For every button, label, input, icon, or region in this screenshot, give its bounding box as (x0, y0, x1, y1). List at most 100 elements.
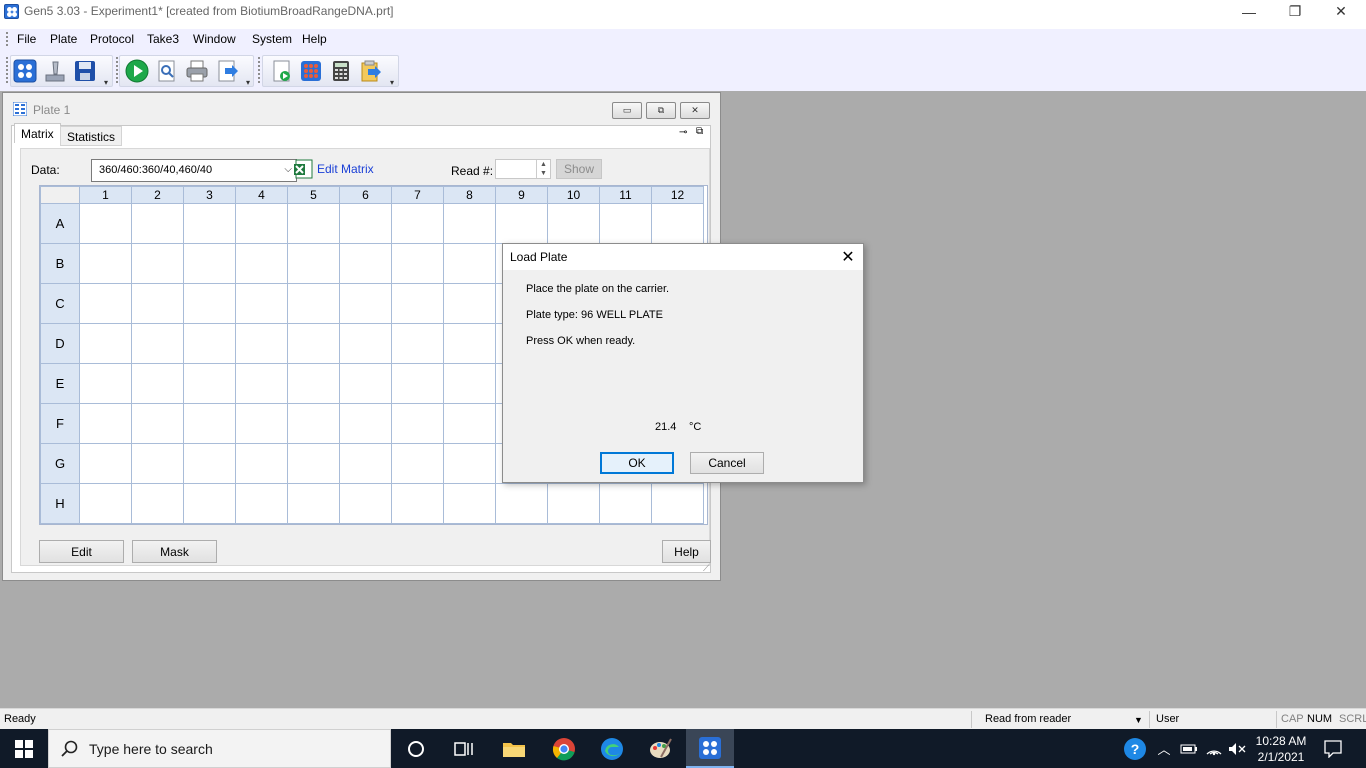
column-header[interactable]: 2 (131, 186, 184, 204)
paint-icon[interactable] (637, 729, 685, 768)
well[interactable] (443, 443, 496, 484)
well[interactable] (391, 403, 444, 444)
excel-icon[interactable] (293, 159, 313, 179)
well[interactable] (131, 283, 184, 324)
well[interactable] (235, 203, 288, 244)
well[interactable] (547, 483, 600, 524)
well[interactable] (183, 243, 236, 284)
chevron-down-icon[interactable]: ▼ (1134, 715, 1143, 725)
column-header[interactable]: 8 (443, 186, 496, 204)
read-number-spinner[interactable]: ▲ ▼ (495, 159, 551, 179)
well[interactable] (79, 363, 132, 404)
tab-matrix[interactable]: Matrix (14, 123, 61, 143)
pin-icon[interactable]: ⊸ (679, 127, 687, 138)
well[interactable] (287, 483, 340, 524)
save-icon[interactable] (73, 59, 97, 83)
well[interactable] (443, 203, 496, 244)
well[interactable] (651, 203, 704, 244)
plate-layout-icon[interactable] (299, 59, 323, 83)
column-header[interactable]: 12 (651, 186, 704, 204)
resize-grip-icon[interactable]: ⟋ (703, 563, 709, 574)
well[interactable] (339, 243, 392, 284)
column-header[interactable]: 9 (495, 186, 548, 204)
edge-icon[interactable] (588, 729, 636, 768)
well[interactable] (235, 363, 288, 404)
menu-file[interactable]: File (17, 32, 36, 46)
close-button[interactable]: ✕ (1318, 0, 1364, 23)
restore-button[interactable]: ❐ (1272, 0, 1318, 23)
run-icon[interactable] (125, 59, 149, 83)
notification-icon[interactable] (1318, 729, 1348, 768)
column-header[interactable]: 6 (339, 186, 392, 204)
read-plate-icon[interactable] (43, 59, 67, 83)
column-header[interactable]: 3 (183, 186, 236, 204)
well[interactable] (391, 283, 444, 324)
help-circle-icon[interactable]: ? (1122, 729, 1148, 768)
well[interactable] (443, 403, 496, 444)
well[interactable] (547, 203, 600, 244)
toolbar-dropdown-icon[interactable]: ▾ (104, 78, 108, 87)
cancel-button[interactable]: Cancel (690, 452, 764, 474)
well[interactable] (235, 283, 288, 324)
plate-maximize-button[interactable]: ⧉ (646, 102, 676, 119)
well[interactable] (79, 283, 132, 324)
column-header[interactable]: 7 (391, 186, 444, 204)
well[interactable] (79, 203, 132, 244)
well[interactable] (495, 483, 548, 524)
row-header[interactable]: E (40, 363, 80, 404)
chevron-up-icon[interactable]: ︿ (1154, 729, 1174, 768)
well[interactable] (235, 243, 288, 284)
well[interactable] (443, 243, 496, 284)
column-header[interactable]: 10 (547, 186, 600, 204)
minimize-button[interactable]: — (1226, 0, 1272, 23)
well[interactable] (287, 443, 340, 484)
menu-plate[interactable]: Plate (50, 32, 77, 46)
cortana-icon[interactable] (392, 729, 440, 768)
well[interactable] (287, 403, 340, 444)
well[interactable] (599, 203, 652, 244)
spinner-arrows-icon[interactable]: ▲ ▼ (536, 160, 550, 178)
well[interactable] (79, 243, 132, 284)
row-header[interactable]: A (40, 203, 80, 244)
dialog-close-icon[interactable]: ✕ (833, 244, 863, 270)
well[interactable] (183, 363, 236, 404)
chrome-icon[interactable] (540, 729, 588, 768)
well[interactable] (443, 483, 496, 524)
well[interactable] (287, 363, 340, 404)
new-protocol-icon[interactable] (270, 59, 294, 83)
help-button[interactable]: Help (662, 540, 711, 563)
well[interactable] (131, 403, 184, 444)
menu-window[interactable]: Window (193, 32, 236, 46)
well[interactable] (79, 323, 132, 364)
menu-help[interactable]: Help (302, 32, 327, 46)
tab-statistics[interactable]: Statistics (60, 126, 123, 146)
plate-close-button[interactable]: ✕ (680, 102, 710, 119)
well[interactable] (443, 283, 496, 324)
well[interactable] (131, 483, 184, 524)
windows-start-icon[interactable] (0, 729, 48, 768)
well[interactable] (235, 483, 288, 524)
well[interactable] (391, 243, 444, 284)
row-header[interactable]: B (40, 243, 80, 284)
well[interactable] (391, 363, 444, 404)
menu-protocol[interactable]: Protocol (90, 32, 134, 46)
well[interactable] (79, 483, 132, 524)
well[interactable] (599, 483, 652, 524)
well[interactable] (339, 323, 392, 364)
well[interactable] (495, 203, 548, 244)
well[interactable] (235, 323, 288, 364)
well[interactable] (391, 323, 444, 364)
taskbar-clock[interactable]: 10:28 AM 2/1/2021 (1252, 729, 1310, 768)
toolbar-dropdown-icon[interactable]: ▾ (390, 78, 394, 87)
edit-matrix-link[interactable]: Edit Matrix (317, 162, 374, 176)
well[interactable] (131, 443, 184, 484)
well[interactable] (339, 363, 392, 404)
well[interactable] (235, 443, 288, 484)
well[interactable] (79, 443, 132, 484)
menu-system[interactable]: System (252, 32, 292, 46)
battery-icon[interactable] (1178, 729, 1200, 768)
well[interactable] (131, 363, 184, 404)
well[interactable] (339, 483, 392, 524)
column-header[interactable]: 11 (599, 186, 652, 204)
task-manager-icon[interactable] (13, 59, 37, 83)
